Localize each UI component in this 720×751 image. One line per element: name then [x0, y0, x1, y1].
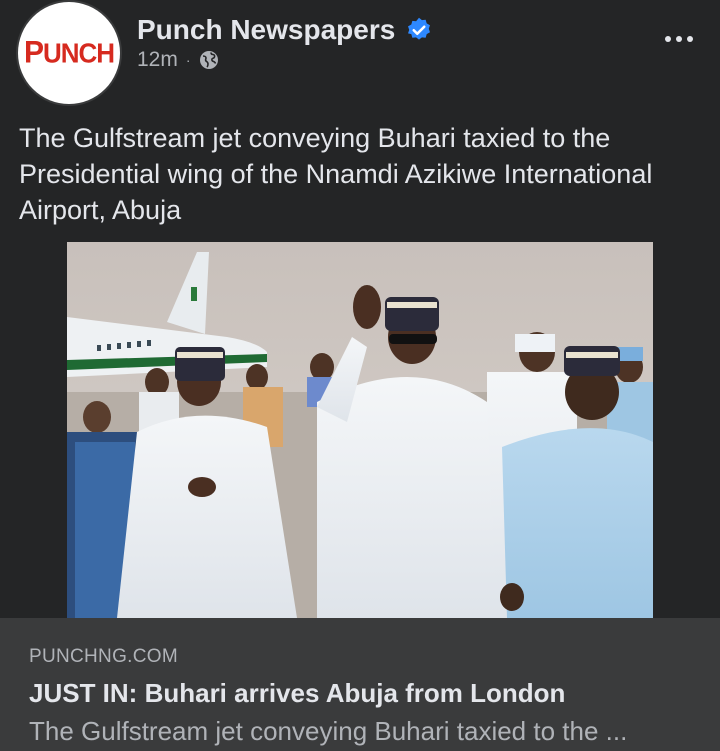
more-options-button[interactable] [662, 22, 696, 56]
verified-badge-icon [408, 17, 431, 40]
more-dot [676, 36, 682, 42]
post-header: PUNCH Punch Newspapers 12m · [0, 0, 720, 110]
post-meta: 12m · [137, 48, 219, 72]
page-name[interactable]: Punch Newspapers [137, 14, 395, 46]
link-title[interactable]: JUST IN: Buhari arrives Abuja from Londo… [29, 678, 565, 709]
link-description: The Gulfstream jet conveying Buhari taxi… [29, 716, 628, 746]
globe-icon [199, 51, 218, 69]
post-timestamp[interactable]: 12m [137, 48, 178, 72]
more-dot [687, 36, 693, 42]
photo-illustration [67, 242, 653, 618]
page-avatar[interactable]: PUNCH [18, 2, 120, 104]
link-domain: PUNCHNG.COM [29, 646, 178, 667]
post-photo[interactable] [67, 242, 653, 618]
post-caption: The Gulfstream jet conveying Buhari taxi… [19, 123, 653, 225]
meta-separator: · [185, 52, 191, 68]
punch-logo: PUNCH [23, 35, 115, 70]
more-dot [665, 36, 671, 42]
page-name-row: Punch Newspapers [137, 14, 433, 46]
